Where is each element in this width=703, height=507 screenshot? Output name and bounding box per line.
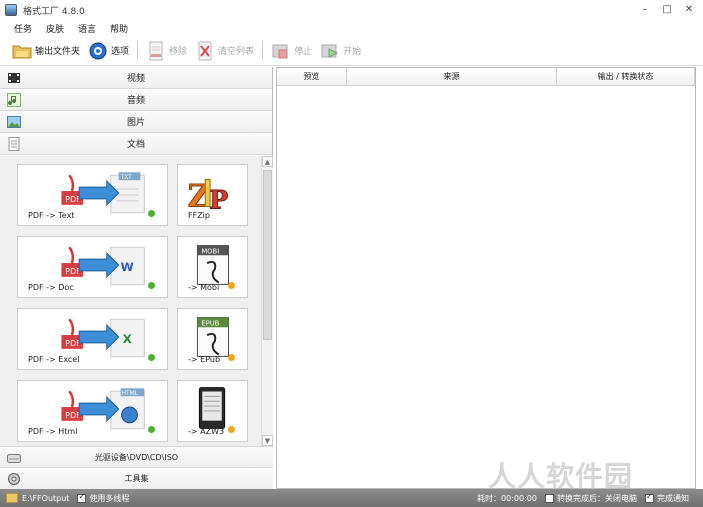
tile-ffzip[interactable]: Z P FFZip	[177, 164, 248, 226]
toolbar: 输出文件夹 选项 移除 清空列表 停止 开始	[0, 36, 703, 66]
scroll-up-arrow[interactable]: ▲	[262, 156, 273, 167]
minimize-button[interactable]: –	[637, 2, 653, 18]
status-dot	[228, 282, 235, 289]
excel-badge: X	[123, 332, 132, 346]
toolbox-icon	[6, 471, 22, 487]
tile-label: -> Mobi	[188, 283, 220, 292]
menu-skin[interactable]: 皮肤	[44, 22, 66, 35]
category-panel: 视频 音频 图片 文档 PDF TXT PDF -> Text Z P FFZi…	[0, 67, 273, 489]
multithread-label: 使用多线程	[89, 493, 130, 503]
scroll-thumb[interactable]	[263, 170, 272, 340]
output-path[interactable]: E:\FFOutput	[22, 494, 69, 503]
tile-to-azw3[interactable]: -> AZW3	[177, 380, 248, 442]
toolbar-separator	[137, 40, 139, 61]
folder-icon	[12, 41, 32, 61]
ereader-icon	[198, 387, 226, 429]
tile-label: PDF -> Text	[28, 211, 75, 220]
category-video[interactable]: 视频	[0, 67, 272, 89]
multithread-checkbox[interactable]	[77, 492, 87, 503]
stop-icon	[271, 41, 291, 61]
tile-pdf-to-doc[interactable]: PDF W PDF -> Doc	[17, 236, 168, 298]
stop-button[interactable]: 停止	[267, 38, 316, 64]
window-title: 格式工厂 4.8.0	[23, 6, 85, 17]
pdf-to-doc-icon: PDF W	[61, 246, 145, 286]
menu-task[interactable]: 任务	[12, 22, 34, 35]
menu-bar: 任务 皮肤 语言 帮助	[0, 20, 703, 36]
category-toolbox[interactable]: 工具集	[0, 467, 273, 489]
options-button[interactable]: 选项	[84, 38, 133, 64]
title-bar: 格式工厂 4.8.0 – □ ✕	[0, 0, 703, 20]
mobi-icon: MOBI	[196, 245, 230, 285]
status-bar: E:\FFOutput 使用多线程 耗时：00:00:00 转换完成后：关闭电脑…	[0, 489, 703, 507]
app-icon	[5, 4, 17, 16]
tile-to-epub[interactable]: EPUB -> EPub	[177, 308, 248, 370]
tile-label: -> EPub	[188, 355, 221, 364]
txt-badge: TXT	[120, 175, 133, 181]
category-audio[interactable]: 音频	[0, 89, 272, 111]
pdf-to-html-icon: PDF HTML	[61, 388, 145, 430]
column-header-preview[interactable]: 预览	[277, 68, 347, 86]
column-header-source[interactable]: 来源	[347, 68, 557, 86]
pdf-to-text-icon: PDF TXT	[61, 172, 145, 214]
category-picture[interactable]: 图片	[0, 111, 272, 133]
status-dot	[148, 210, 155, 217]
document-icon	[6, 136, 22, 152]
ffzip-icon: Z P	[187, 178, 228, 215]
mobi-badge: MOBI	[201, 247, 219, 255]
options-icon	[88, 41, 108, 61]
clear-list-icon	[195, 41, 215, 61]
epub-badge: EPUB	[201, 319, 219, 327]
status-dot	[228, 426, 235, 433]
pdf-to-excel-icon: PDF X	[61, 318, 145, 358]
category-document[interactable]: 文档	[0, 133, 272, 155]
status-dot	[148, 426, 155, 433]
picture-icon	[6, 114, 22, 130]
epub-icon: EPUB	[196, 317, 230, 357]
word-badge: W	[121, 260, 134, 274]
close-button[interactable]: ✕	[681, 2, 697, 18]
music-note-icon	[6, 92, 22, 108]
menu-help[interactable]: 帮助	[108, 22, 130, 35]
disc-drive-icon	[6, 450, 22, 466]
toolbar-separator	[262, 40, 264, 61]
category-optical[interactable]: 光驱设备\DVD\CD\ISO	[0, 446, 273, 468]
scroll-down-arrow[interactable]: ▼	[262, 435, 273, 446]
output-folder-button[interactable]: 输出文件夹	[8, 38, 84, 64]
tile-label: PDF -> Excel	[28, 355, 80, 364]
tile-label: PDF -> Doc	[28, 283, 74, 292]
after-convert-label: 转换完成后：关闭电脑	[557, 493, 637, 503]
tile-pdf-to-excel[interactable]: PDF X PDF -> Excel	[17, 308, 168, 370]
remove-icon	[146, 41, 166, 61]
start-button[interactable]: 开始	[316, 38, 365, 64]
svg-text:P: P	[209, 185, 228, 215]
clear-list-button[interactable]: 清空列表	[191, 38, 258, 64]
html-badge: HTML	[122, 391, 139, 397]
elapsed-time: 耗时：00:00:00	[477, 493, 537, 503]
remove-button[interactable]: 移除	[142, 38, 191, 64]
after-convert-checkbox[interactable]	[545, 493, 554, 503]
folder-icon	[6, 493, 18, 503]
tile-label: FFZip	[188, 211, 210, 220]
tile-pdf-to-text[interactable]: PDF TXT PDF -> Text	[17, 164, 168, 226]
document-tiles-area: PDF TXT PDF -> Text Z P FFZip PDF W PDF …	[0, 156, 273, 446]
tile-to-mobi[interactable]: MOBI -> Mobi	[177, 236, 248, 298]
tiles-scrollbar[interactable]: ▲ ▼	[261, 156, 273, 446]
maximize-button[interactable]: □	[659, 2, 675, 18]
status-dot	[148, 282, 155, 289]
notify-checkbox[interactable]	[645, 492, 654, 503]
tile-label: PDF -> Html	[28, 427, 78, 436]
notify-label: 完成通知	[657, 493, 689, 503]
status-dot	[228, 354, 235, 361]
tile-label: -> AZW3	[188, 427, 225, 436]
status-dot	[148, 354, 155, 361]
start-icon	[320, 41, 340, 61]
tile-pdf-to-html[interactable]: PDF HTML PDF -> Html	[17, 380, 168, 442]
column-header-output-status[interactable]: 输出 / 转换状态	[557, 68, 695, 86]
task-list[interactable]: 预览 来源 输出 / 转换状态	[276, 67, 696, 489]
film-icon	[6, 70, 22, 86]
menu-language[interactable]: 语言	[76, 22, 98, 35]
